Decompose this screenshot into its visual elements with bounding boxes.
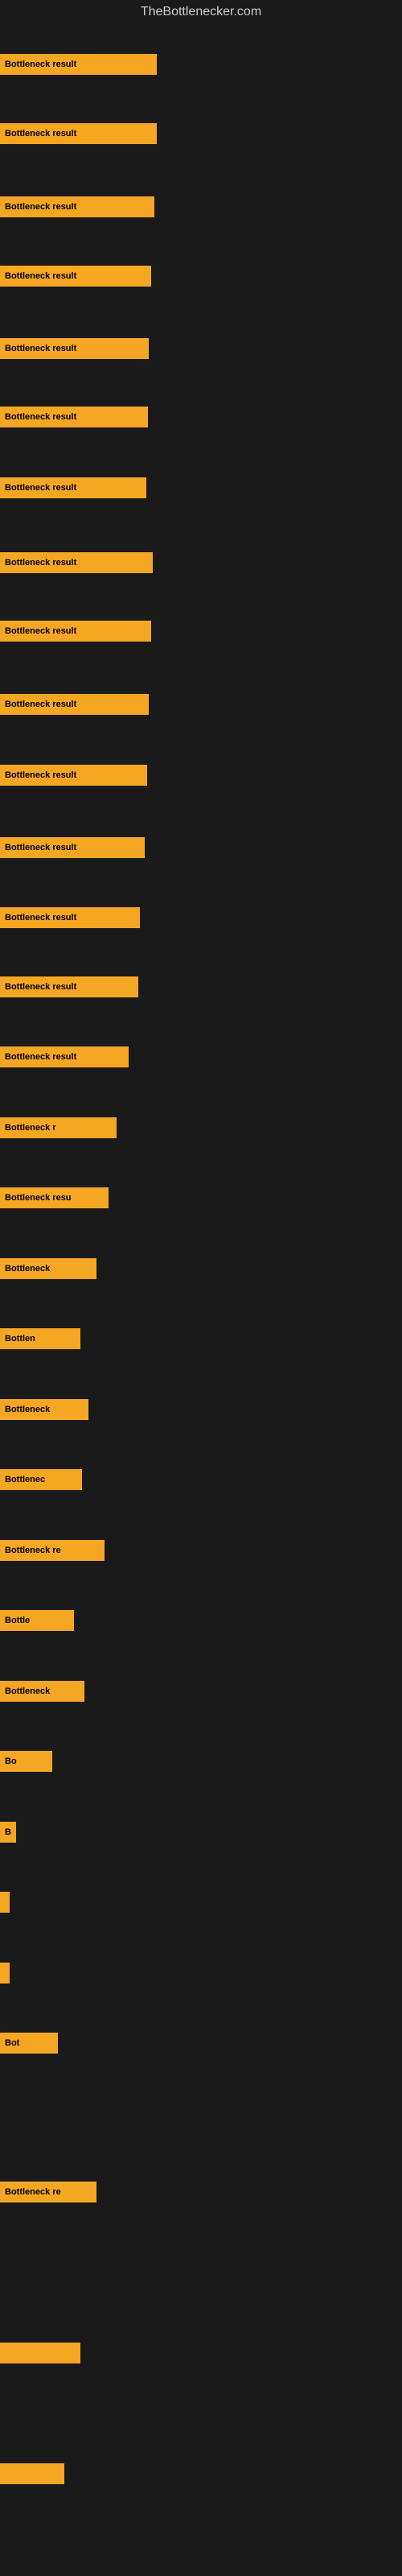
bar-label: Bottleneck result — [5, 558, 76, 568]
bar-label: Bottleneck result — [5, 770, 76, 780]
bar-item: Bottleneck — [0, 1681, 84, 1702]
bar-item: Bottleneck result — [0, 621, 151, 642]
bar-item: Bottleneck result — [0, 477, 146, 498]
bar-label: Bottleneck result — [5, 483, 76, 493]
bar-item: Bottleneck result — [0, 266, 151, 287]
bar-item — [0, 2463, 64, 2484]
bar-label: Bottleneck result — [5, 626, 76, 636]
bar-item: Bottleneck result — [0, 196, 154, 217]
bar-item: Bottle — [0, 1610, 74, 1631]
bar-item: Bottleneck result — [0, 837, 145, 858]
bar-item: Bot — [0, 2033, 58, 2054]
bar-item: Bottleneck re — [0, 1540, 105, 1561]
bar-item: Bottleneck resu — [0, 1187, 109, 1208]
bar-item: Bottleneck — [0, 1399, 88, 1420]
bar-label: Bottleneck result — [5, 700, 76, 709]
bar-label: B — [5, 1827, 11, 1837]
bar-item: Bottlenec — [0, 1469, 82, 1490]
bar-item — [0, 1963, 10, 1984]
bar-item: Bo — [0, 1751, 52, 1772]
bar-item — [0, 1892, 10, 1913]
bar-label: Bottleneck — [5, 1264, 50, 1274]
bar-item: Bottlen — [0, 1328, 80, 1349]
bar-item: Bottleneck result — [0, 976, 138, 997]
bar-label: Bottleneck resu — [5, 1193, 72, 1203]
bar-label: Bottleneck result — [5, 982, 76, 992]
bar-label: Bottleneck r — [5, 1123, 56, 1133]
bar-item: Bottleneck result — [0, 54, 157, 75]
bar-label: Bottleneck result — [5, 129, 76, 138]
bar-item: B — [0, 1822, 16, 1843]
bar-item: Bottleneck result — [0, 694, 149, 715]
bar-item: Bottleneck result — [0, 1046, 129, 1067]
bar-item — [0, 2343, 80, 2363]
bar-label: Bot — [5, 2038, 19, 2048]
bar-label: Bottle — [5, 1616, 30, 1625]
site-title: TheBottlenecker.com — [0, 0, 402, 24]
bar-label: Bottleneck — [5, 1686, 50, 1696]
bar-label: Bottleneck result — [5, 344, 76, 353]
bar-label: Bottleneck result — [5, 271, 76, 281]
bar-label: Bottleneck result — [5, 843, 76, 852]
bar-item: Bottleneck result — [0, 765, 147, 786]
bar-label: Bottleneck result — [5, 1052, 76, 1062]
bar-label: Bottlenec — [5, 1475, 45, 1484]
bar-item: Bottleneck result — [0, 407, 148, 427]
bar-item: Bottleneck result — [0, 907, 140, 928]
bar-item: Bottleneck result — [0, 123, 157, 144]
bar-item: Bottleneck r — [0, 1117, 117, 1138]
bar-item: Bottleneck — [0, 1258, 96, 1279]
bar-label: Bottleneck result — [5, 60, 76, 69]
bar-label: Bottleneck re — [5, 2187, 61, 2197]
bar-label: Bottleneck result — [5, 412, 76, 422]
bar-item: Bottleneck re — [0, 2182, 96, 2202]
bar-item: Bottleneck result — [0, 338, 149, 359]
bar-label: Bottlen — [5, 1334, 35, 1344]
bar-label: Bo — [5, 1757, 17, 1766]
bar-label: Bottleneck result — [5, 202, 76, 212]
bar-item: Bottleneck result — [0, 552, 153, 573]
bar-label: Bottleneck re — [5, 1546, 61, 1555]
bar-label: Bottleneck result — [5, 913, 76, 923]
bar-label: Bottleneck — [5, 1405, 50, 1414]
